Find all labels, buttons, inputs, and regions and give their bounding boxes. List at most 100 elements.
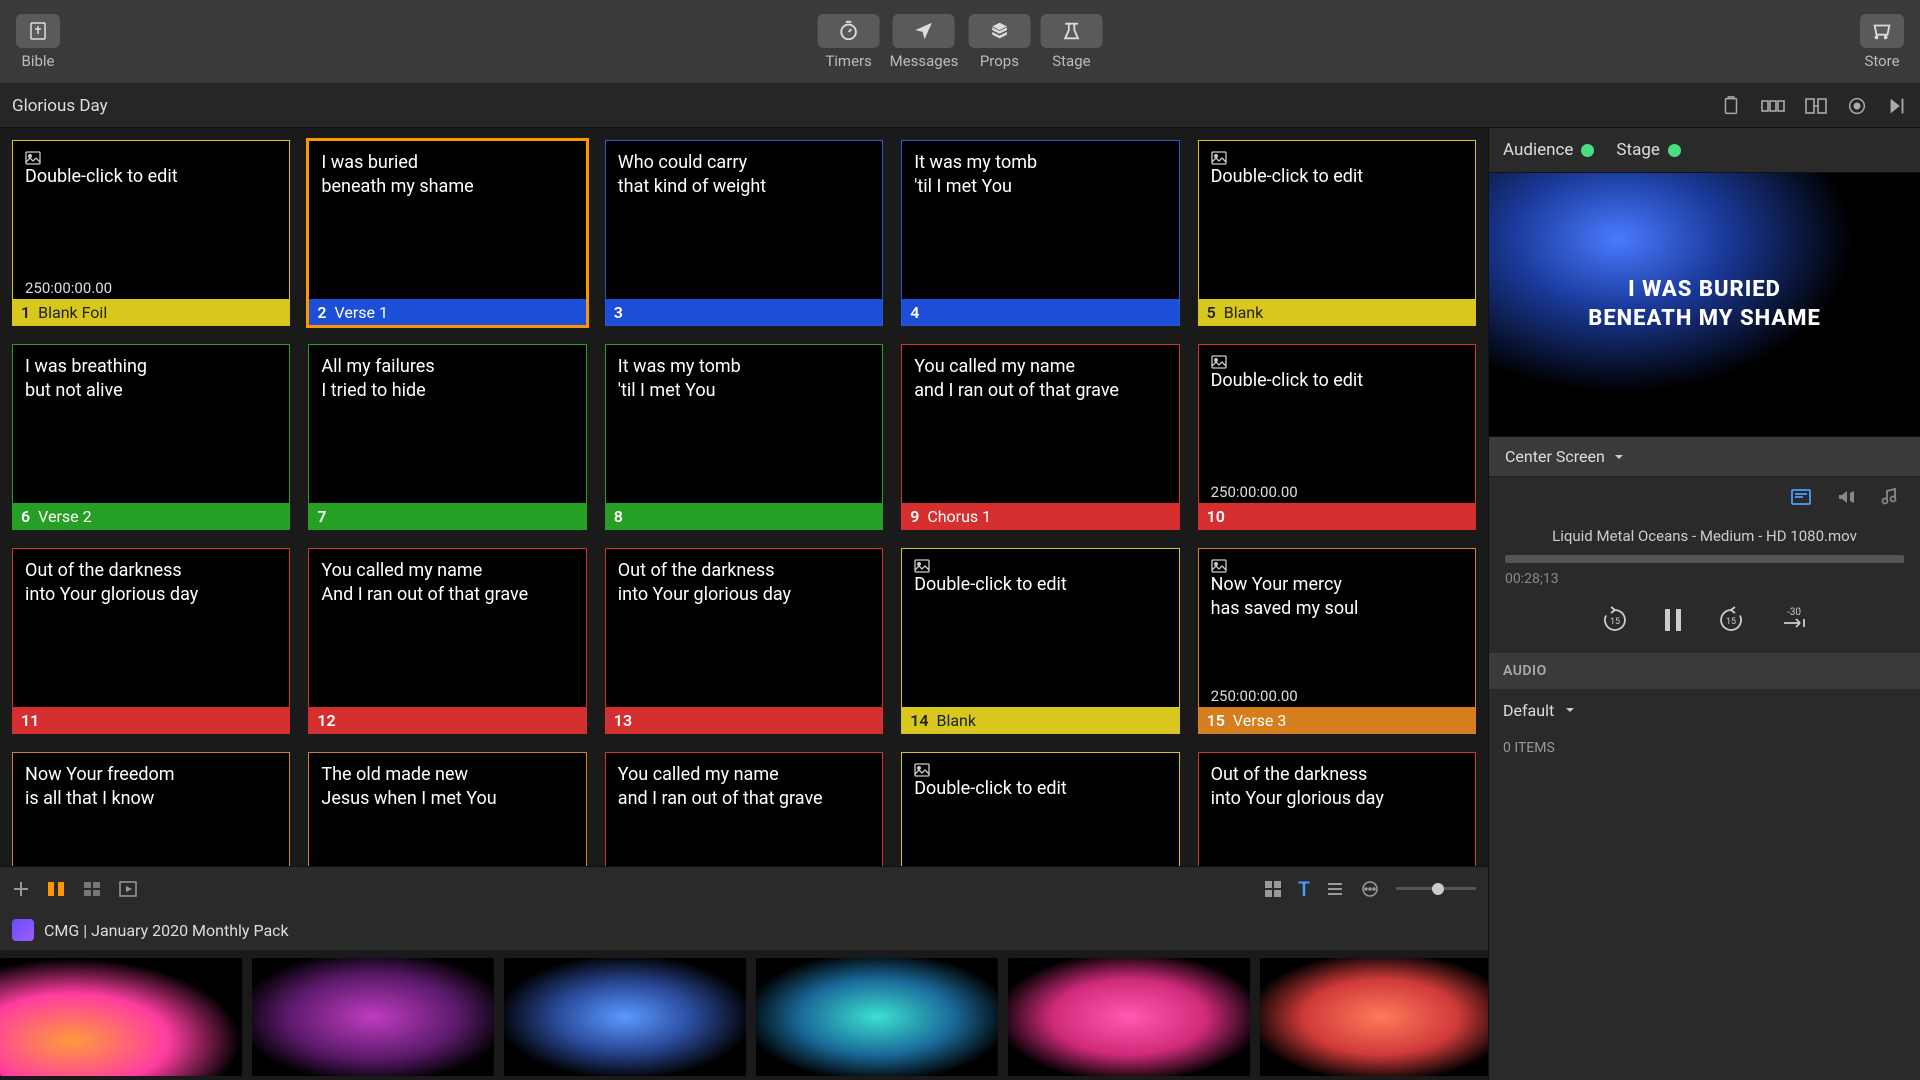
slide-label: 3 <box>606 299 882 325</box>
media-thumb[interactable] <box>1008 958 1250 1076</box>
play-thumb-icon[interactable] <box>118 880 138 898</box>
stage-button[interactable]: Stage <box>1040 14 1102 70</box>
slide[interactable]: You called my nameAnd I ran out of that … <box>308 548 586 734</box>
slide-text: You called my nameand I ran out of that … <box>606 753 882 866</box>
slide-timecode: 250:00:00.00 <box>1211 687 1298 705</box>
screen-selector[interactable]: Center Screen <box>1489 437 1920 477</box>
slide[interactable]: Out of the darknessinto Your glorious da… <box>1198 752 1476 866</box>
image-indicator-icon <box>1211 355 1463 369</box>
media-thumb[interactable] <box>756 958 998 1076</box>
messages-button[interactable]: Messages <box>890 14 959 70</box>
slide[interactable]: You called my nameand I ran out of that … <box>605 752 883 866</box>
tab-slide-icon[interactable] <box>1790 488 1812 506</box>
clipboard-icon[interactable] <box>1720 95 1742 117</box>
slide[interactable]: Out of the darknessinto Your glorious da… <box>605 548 883 734</box>
media-thumb[interactable] <box>504 958 746 1076</box>
media-thumb[interactable] <box>0 958 242 1076</box>
reflow-icon[interactable] <box>1804 95 1828 117</box>
slide[interactable]: Double-click to edit19 <box>901 752 1179 866</box>
slide-text: Double-click to edit <box>13 141 289 299</box>
media-thumb[interactable] <box>1260 958 1488 1076</box>
view-grid-icon[interactable] <box>1264 880 1282 898</box>
slide[interactable]: Now Your freedomis all that I know16 <box>12 752 290 866</box>
image-indicator-icon <box>1211 559 1463 573</box>
scrubber[interactable] <box>1505 555 1904 563</box>
main-toolbar: Bible Timers Messages Props Stage Store <box>0 0 1920 84</box>
slide-label: 4 <box>902 299 1178 325</box>
props-button[interactable]: Props <box>968 14 1030 70</box>
image-indicator-icon <box>914 763 1166 777</box>
slide[interactable]: You called my nameand I ran out of that … <box>901 344 1179 530</box>
slide[interactable]: The old made newJesus when I met You17 <box>308 752 586 866</box>
props-label: Props <box>980 52 1019 70</box>
slide-label: 8 <box>606 503 882 529</box>
slide-text: It was my tomb'til I met You <box>902 141 1178 299</box>
slide[interactable]: Double-click to edit250:00:00.00 1Blank F… <box>12 140 290 326</box>
bible-button[interactable]: Bible <box>16 14 60 70</box>
slide-text: I was buriedbeneath my shame <box>309 141 585 299</box>
bible-icon <box>28 21 48 41</box>
view-columns-icon[interactable] <box>46 880 66 898</box>
output-preview[interactable]: I WAS BURIEDBENEATH MY SHAME <box>1489 172 1920 437</box>
view-text-icon[interactable]: T <box>1298 877 1310 901</box>
add-button[interactable] <box>12 880 30 898</box>
timers-label: Timers <box>825 52 872 70</box>
view-grid-dim-icon[interactable] <box>82 880 102 898</box>
tab-audio-icon[interactable] <box>1880 487 1898 507</box>
slide-label: 12 <box>309 707 585 733</box>
messages-icon <box>913 20 935 42</box>
screen-name: Center Screen <box>1505 447 1605 466</box>
pause-button[interactable] <box>1662 607 1684 633</box>
audience-label: Audience <box>1503 140 1573 160</box>
slide-grid[interactable]: Double-click to edit250:00:00.001Blank F… <box>0 128 1488 866</box>
slide-text: Out of the darknessinto Your glorious da… <box>1199 753 1475 866</box>
status-dot-stage <box>1668 144 1681 157</box>
timers-icon <box>838 20 860 42</box>
more-icon[interactable] <box>1360 880 1380 898</box>
slide[interactable]: Double-click to edit250:00:00.0010 <box>1198 344 1476 530</box>
slide-label: 10 <box>1199 503 1475 529</box>
media-pack-header[interactable]: CMG | January 2020 Monthly Pack <box>0 910 1488 950</box>
view-list-icon[interactable] <box>1326 880 1344 898</box>
slide[interactable]: Out of the darknessinto Your glorious da… <box>12 548 290 734</box>
audio-section-header: AUDIO <box>1489 653 1920 689</box>
media-thumb[interactable] <box>252 958 494 1076</box>
slide-text: Now Your freedomis all that I know <box>13 753 289 866</box>
audio-items-count: 0 ITEMS <box>1489 731 1920 765</box>
stage-icon <box>1060 20 1082 42</box>
arrangement-icon[interactable] <box>1760 95 1786 117</box>
slide[interactable]: I was buriedbeneath my shame2Verse 1 <box>308 140 586 326</box>
chevron-down-icon <box>1564 704 1576 716</box>
skip-forward-button[interactable]: 15 <box>1716 605 1746 635</box>
slide[interactable]: Double-click to edit5Blank <box>1198 140 1476 326</box>
slide[interactable]: It was my tomb'til I met You4 <box>901 140 1179 326</box>
slide-label: 9Chorus 1 <box>902 503 1178 529</box>
slide-label: 1Blank Foil <box>13 299 289 325</box>
output-status: Audience Stage <box>1489 128 1920 172</box>
slide-text: You called my nameAnd I ran out of that … <box>309 549 585 707</box>
package-icon <box>12 919 34 941</box>
slide[interactable]: I was breathingbut not alive6Verse 2 <box>12 344 290 530</box>
bible-label: Bible <box>21 52 54 70</box>
image-indicator-icon <box>914 559 1166 573</box>
slide-label: 11 <box>13 707 289 733</box>
play-next-icon[interactable] <box>1886 95 1908 117</box>
status-dot-audience <box>1581 144 1594 157</box>
slide[interactable]: All my failuresI tried to hide7 <box>308 344 586 530</box>
skip-back-button[interactable]: 15 <box>1600 605 1630 635</box>
slide[interactable]: Now Your mercyhas saved my soul250:00:00… <box>1198 548 1476 734</box>
tab-announce-icon[interactable] <box>1836 488 1856 506</box>
slide[interactable]: Who could carrythat kind of weight3 <box>605 140 883 326</box>
slide[interactable]: Double-click to edit14Blank <box>901 548 1179 734</box>
record-icon[interactable] <box>1846 95 1868 117</box>
goto-end-button[interactable]: -30 <box>1778 607 1810 633</box>
media-strip <box>0 950 1488 1080</box>
slide-timecode: 250:00:00.00 <box>25 279 112 297</box>
audio-routing[interactable]: Default <box>1489 689 1920 731</box>
timers-button[interactable]: Timers <box>818 14 880 70</box>
slide-text: It was my tomb'til I met You <box>606 345 882 503</box>
store-button[interactable]: Store <box>1860 14 1904 70</box>
messages-label: Messages <box>890 52 959 70</box>
slide[interactable]: It was my tomb'til I met You8 <box>605 344 883 530</box>
zoom-slider[interactable] <box>1396 887 1476 890</box>
